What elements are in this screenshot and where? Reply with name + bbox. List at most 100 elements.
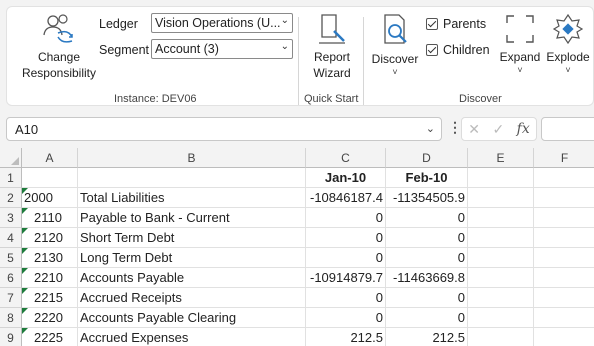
cell-f5[interactable]: [534, 248, 594, 268]
error-indicator-icon: [22, 248, 28, 254]
column-header-a[interactable]: A: [22, 148, 78, 168]
row-header[interactable]: 9: [0, 328, 22, 346]
cell-c4[interactable]: 0: [306, 228, 386, 248]
cell-d1[interactable]: Feb-10: [386, 168, 468, 188]
row-header[interactable]: 8: [0, 308, 22, 328]
cell-f4[interactable]: [534, 228, 594, 248]
discover-button[interactable]: Discover ˅: [369, 13, 421, 77]
change-responsibility-button[interactable]: Change Responsibility: [17, 13, 101, 81]
row-header[interactable]: 7: [0, 288, 22, 308]
error-indicator-icon: [22, 268, 28, 274]
row-header[interactable]: 6: [0, 268, 22, 288]
cell-a3[interactable]: 2110: [22, 208, 78, 228]
cell-b4[interactable]: Short Term Debt: [78, 228, 306, 248]
column-header-d[interactable]: D: [386, 148, 468, 168]
cell-b3[interactable]: Payable to Bank - Current: [78, 208, 306, 228]
cell-value: 212.5: [350, 330, 383, 345]
cell-a8[interactable]: 2220: [22, 308, 78, 328]
insert-function-icon[interactable]: fx: [517, 121, 530, 137]
cell-c1[interactable]: Jan-10: [306, 168, 386, 188]
segment-dropdown[interactable]: Account (3) ⌄: [151, 39, 293, 59]
cell-b2[interactable]: Total Liabilities: [78, 188, 306, 208]
cell-f1[interactable]: [534, 168, 594, 188]
cell-e2[interactable]: [468, 188, 534, 208]
cell-value: -11463669.8: [392, 270, 465, 285]
cell-c2[interactable]: -10846187.4: [306, 188, 386, 208]
cell-c6[interactable]: -10914879.7: [306, 268, 386, 288]
cell-d8[interactable]: 0: [386, 308, 468, 328]
row-header[interactable]: 4: [0, 228, 22, 248]
cell-e7[interactable]: [468, 288, 534, 308]
cell-value: 0: [457, 250, 465, 265]
cell-f7[interactable]: [534, 288, 594, 308]
chevron-down-icon: ˅: [517, 65, 523, 75]
cell-value: Short Term Debt: [80, 230, 175, 245]
cell-e1[interactable]: [468, 168, 534, 188]
cell-b6[interactable]: Accounts Payable: [78, 268, 306, 288]
cell-c8[interactable]: 0: [306, 308, 386, 328]
row-header[interactable]: 2: [0, 188, 22, 208]
children-checkbox[interactable]: Children: [426, 43, 490, 57]
cell-e9[interactable]: [468, 328, 534, 346]
cell-a9[interactable]: 2225: [22, 328, 78, 346]
cell-b9[interactable]: Accrued Expenses: [78, 328, 306, 346]
cell-a2[interactable]: 2000: [22, 188, 78, 208]
cell-d6[interactable]: -11463669.8: [386, 268, 468, 288]
cancel-icon[interactable]: ✕: [468, 121, 480, 138]
cell-e8[interactable]: [468, 308, 534, 328]
column-header-f[interactable]: F: [534, 148, 594, 168]
spreadsheet-grid: A B C D E F 1 Jan-10 Feb-10 2 2000 Total Liabilitie…: [0, 148, 594, 346]
cell-f2[interactable]: [534, 188, 594, 208]
cell-e3[interactable]: [468, 208, 534, 228]
column-header-e[interactable]: E: [468, 148, 534, 168]
column-header-c[interactable]: C: [306, 148, 386, 168]
cell-value: 2220: [34, 310, 63, 325]
formula-input[interactable]: [541, 117, 594, 141]
cell-d9[interactable]: 212.5: [386, 328, 468, 346]
expand-button[interactable]: Expand ˅: [497, 13, 543, 75]
explode-button[interactable]: Explode ˅: [543, 13, 593, 75]
enter-check-icon[interactable]: ✓: [492, 121, 504, 138]
cell-value: 2210: [34, 270, 63, 285]
cell-b1[interactable]: [78, 168, 306, 188]
cell-a5[interactable]: 2130: [22, 248, 78, 268]
row-header[interactable]: 5: [0, 248, 22, 268]
row-header[interactable]: 1: [0, 168, 22, 188]
cell-d7[interactable]: 0: [386, 288, 468, 308]
cell-d4[interactable]: 0: [386, 228, 468, 248]
cell-e5[interactable]: [468, 248, 534, 268]
cell-b5[interactable]: Long Term Debt: [78, 248, 306, 268]
cell-b7[interactable]: Accrued Receipts: [78, 288, 306, 308]
cell-f9[interactable]: [534, 328, 594, 346]
report-wizard-button[interactable]: Report Wizard: [305, 13, 359, 81]
cell-f3[interactable]: [534, 208, 594, 228]
cell-value: 0: [375, 290, 383, 305]
cell-f8[interactable]: [534, 308, 594, 328]
cell-c9[interactable]: 212.5: [306, 328, 386, 346]
cell-a6[interactable]: 2210: [22, 268, 78, 288]
cell-a7[interactable]: 2215: [22, 288, 78, 308]
more-options-icon[interactable]: ⋮: [448, 119, 462, 136]
cell-a1[interactable]: [22, 168, 78, 188]
cell-c3[interactable]: 0: [306, 208, 386, 228]
cell-b8[interactable]: Accounts Payable Clearing: [78, 308, 306, 328]
parents-checkbox[interactable]: Parents: [426, 17, 486, 31]
cell-c5[interactable]: 0: [306, 248, 386, 268]
cell-a4[interactable]: 2120: [22, 228, 78, 248]
cell-d3[interactable]: 0: [386, 208, 468, 228]
ledger-dropdown[interactable]: Vision Operations (U... ⌄: [151, 13, 293, 33]
cell-d5[interactable]: 0: [386, 248, 468, 268]
cell-c7[interactable]: 0: [306, 288, 386, 308]
select-all-corner[interactable]: [0, 148, 22, 168]
cell-d2[interactable]: -11354505.9: [386, 188, 468, 208]
children-label: Children: [443, 43, 490, 57]
column-header-b[interactable]: B: [78, 148, 306, 168]
cell-e6[interactable]: [468, 268, 534, 288]
row-header[interactable]: 3: [0, 208, 22, 228]
cell-f6[interactable]: [534, 268, 594, 288]
segment-label: Segment: [99, 43, 150, 57]
cell-e4[interactable]: [468, 228, 534, 248]
ribbon: Change Responsibility Ledger Vision Oper…: [6, 6, 594, 106]
expand-label: Expand: [499, 50, 541, 64]
name-box[interactable]: A10 ⌄: [6, 117, 442, 141]
